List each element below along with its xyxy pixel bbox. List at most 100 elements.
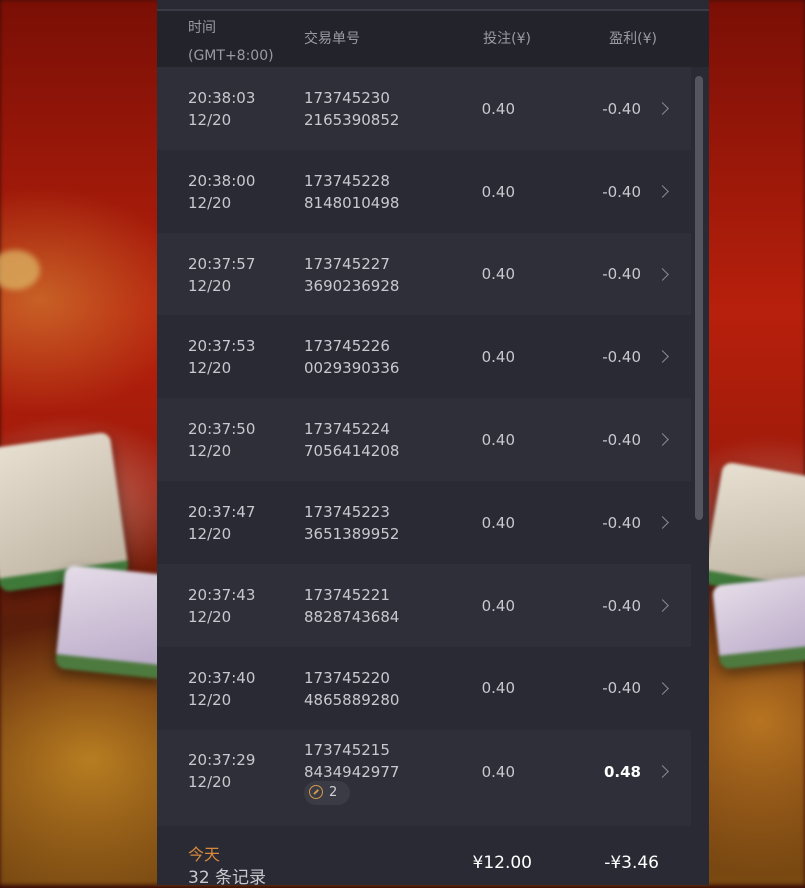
chevron-right-icon[interactable] xyxy=(656,350,669,363)
order-id-line1: 173745230 xyxy=(304,89,390,107)
record-order-id: 173745227 3690236928 xyxy=(304,253,399,297)
bet-history-panel: 时间 (GMT+8:00) 交易单号 投注(¥) 盈利(¥) 20:38:03 … xyxy=(157,0,709,888)
record-bet: 0.40 xyxy=(481,100,515,118)
order-id-line1: 173745221 xyxy=(304,586,390,604)
profit-column-header: 盈利(¥) xyxy=(609,31,657,47)
order-id-line1: 173745220 xyxy=(304,669,390,687)
record-date: 12/20 xyxy=(188,359,232,377)
record-date: 12/20 xyxy=(188,111,232,129)
record-profit: 0.48 xyxy=(603,763,641,781)
record-order-id: 173745220 4865889280 xyxy=(304,667,399,711)
bet-record-row[interactable]: 20:37:43 12/20 173745221 8828743684 0.40… xyxy=(157,564,691,647)
bet-record-row[interactable]: 20:37:50 12/20 173745224 7056414208 0.40… xyxy=(157,398,691,481)
record-profit: -0.40 xyxy=(602,348,641,366)
record-bet: 0.40 xyxy=(481,183,515,201)
order-id-column-header: 交易单号 xyxy=(304,31,360,47)
record-clock: 20:38:00 xyxy=(188,172,256,190)
record-clock: 20:37:47 xyxy=(188,503,256,521)
total-profit: -¥3.46 xyxy=(604,853,659,873)
record-profit: -0.40 xyxy=(602,431,641,449)
total-bet: ¥12.00 xyxy=(472,853,532,873)
record-clock: 20:37:57 xyxy=(188,255,256,273)
order-id-line1: 173745227 xyxy=(304,255,390,273)
order-id-line2: 2165390852 xyxy=(304,111,400,129)
order-id-line1: 173745228 xyxy=(304,172,390,190)
free-spin-badge: 2 xyxy=(304,781,350,805)
record-date: 12/20 xyxy=(188,442,232,460)
compass-icon xyxy=(309,785,323,799)
record-time: 20:38:03 12/20 xyxy=(188,87,255,131)
record-profit: -0.40 xyxy=(602,679,641,697)
record-order-id: 173745221 8828743684 xyxy=(304,584,399,628)
record-bet: 0.40 xyxy=(481,763,515,781)
mahjong-tile-right-lower xyxy=(711,574,805,670)
order-id-line2: 7056414208 xyxy=(304,442,400,460)
record-order-id: 173745224 7056414208 xyxy=(304,418,399,462)
scrollbar[interactable] xyxy=(695,76,703,520)
record-clock: 20:37:50 xyxy=(188,420,256,438)
chevron-right-icon[interactable] xyxy=(656,102,669,115)
time-header-label: 时间 xyxy=(188,20,216,36)
record-bet: 0.40 xyxy=(481,679,515,697)
record-clock: 20:37:40 xyxy=(188,669,256,687)
record-clock: 20:37:53 xyxy=(188,337,256,355)
order-id-line2: 4865889280 xyxy=(304,691,400,709)
record-order-id: 173745215 8434942977 xyxy=(304,739,399,783)
record-time: 20:37:57 12/20 xyxy=(188,253,255,297)
today-label: 今天 xyxy=(188,845,221,864)
chevron-right-icon[interactable] xyxy=(656,765,669,778)
order-id-line1: 173745226 xyxy=(304,337,390,355)
record-order-id: 173745228 8148010498 xyxy=(304,170,399,214)
record-profit: -0.40 xyxy=(602,597,641,615)
chevron-right-icon[interactable] xyxy=(656,599,669,612)
chevron-right-icon[interactable] xyxy=(656,268,669,281)
order-id-line2: 8828743684 xyxy=(304,608,400,626)
chevron-right-icon[interactable] xyxy=(656,185,669,198)
record-date: 12/20 xyxy=(188,773,232,791)
bet-record-row[interactable]: 20:37:29 12/20 173745215 8434942977 2 0.… xyxy=(157,730,691,826)
record-count: 32 条记录 xyxy=(188,868,267,888)
record-date: 12/20 xyxy=(188,525,232,543)
record-profit: -0.40 xyxy=(602,183,641,201)
bet-record-row[interactable]: 20:37:53 12/20 173745226 0029390336 0.40… xyxy=(157,315,691,398)
bet-record-row[interactable]: 20:38:00 12/20 173745228 8148010498 0.40… xyxy=(157,150,691,233)
record-bet: 0.40 xyxy=(481,431,515,449)
record-bet: 0.40 xyxy=(481,514,515,532)
record-time: 20:37:53 12/20 xyxy=(188,335,255,379)
order-id-line2: 0029390336 xyxy=(304,359,400,377)
summary-footer: 今天 32 条记录 ¥12.00 -¥3.46 xyxy=(157,826,709,888)
order-id-line2: 3690236928 xyxy=(304,277,400,295)
record-date: 12/20 xyxy=(188,194,232,212)
record-clock: 20:38:03 xyxy=(188,89,256,107)
bet-record-row[interactable]: 20:37:57 12/20 173745227 3690236928 0.40… xyxy=(157,233,691,315)
record-time: 20:38:00 12/20 xyxy=(188,170,255,214)
chevron-right-icon[interactable] xyxy=(656,433,669,446)
order-id-line2: 3651389952 xyxy=(304,525,400,543)
order-id-line1: 173745223 xyxy=(304,503,390,521)
record-profit: -0.40 xyxy=(602,514,641,532)
record-time: 20:37:43 12/20 xyxy=(188,584,255,628)
record-time: 20:37:40 12/20 xyxy=(188,667,255,711)
bet-record-row[interactable]: 20:37:40 12/20 173745220 4865889280 0.40… xyxy=(157,647,691,730)
record-time: 20:37:50 12/20 xyxy=(188,418,255,462)
record-order-id: 173745230 2165390852 xyxy=(304,87,399,131)
chevron-right-icon[interactable] xyxy=(656,682,669,695)
record-bet: 0.40 xyxy=(481,597,515,615)
timezone-label: (GMT+8:00) xyxy=(188,48,274,64)
record-profit: -0.40 xyxy=(602,265,641,283)
record-order-id: 173745226 0029390336 xyxy=(304,335,399,379)
order-id-line1: 173745224 xyxy=(304,420,390,438)
table-header: 时间 (GMT+8:00) 交易单号 投注(¥) 盈利(¥) xyxy=(157,11,709,67)
record-date: 12/20 xyxy=(188,691,232,709)
record-date: 12/20 xyxy=(188,277,232,295)
chevron-right-icon[interactable] xyxy=(656,516,669,529)
time-column-header: 时间 (GMT+8:00) xyxy=(188,14,274,70)
record-order-id: 173745223 3651389952 xyxy=(304,501,399,545)
bet-record-row[interactable]: 20:37:47 12/20 173745223 3651389952 0.40… xyxy=(157,481,691,564)
record-bet: 0.40 xyxy=(481,265,515,283)
record-bet: 0.40 xyxy=(481,348,515,366)
badge-count: 2 xyxy=(329,785,338,800)
bet-column-header: 投注(¥) xyxy=(483,31,531,47)
bet-record-row[interactable]: 20:38:03 12/20 173745230 2165390852 0.40… xyxy=(157,67,691,150)
order-id-line2: 8434942977 xyxy=(304,763,400,781)
